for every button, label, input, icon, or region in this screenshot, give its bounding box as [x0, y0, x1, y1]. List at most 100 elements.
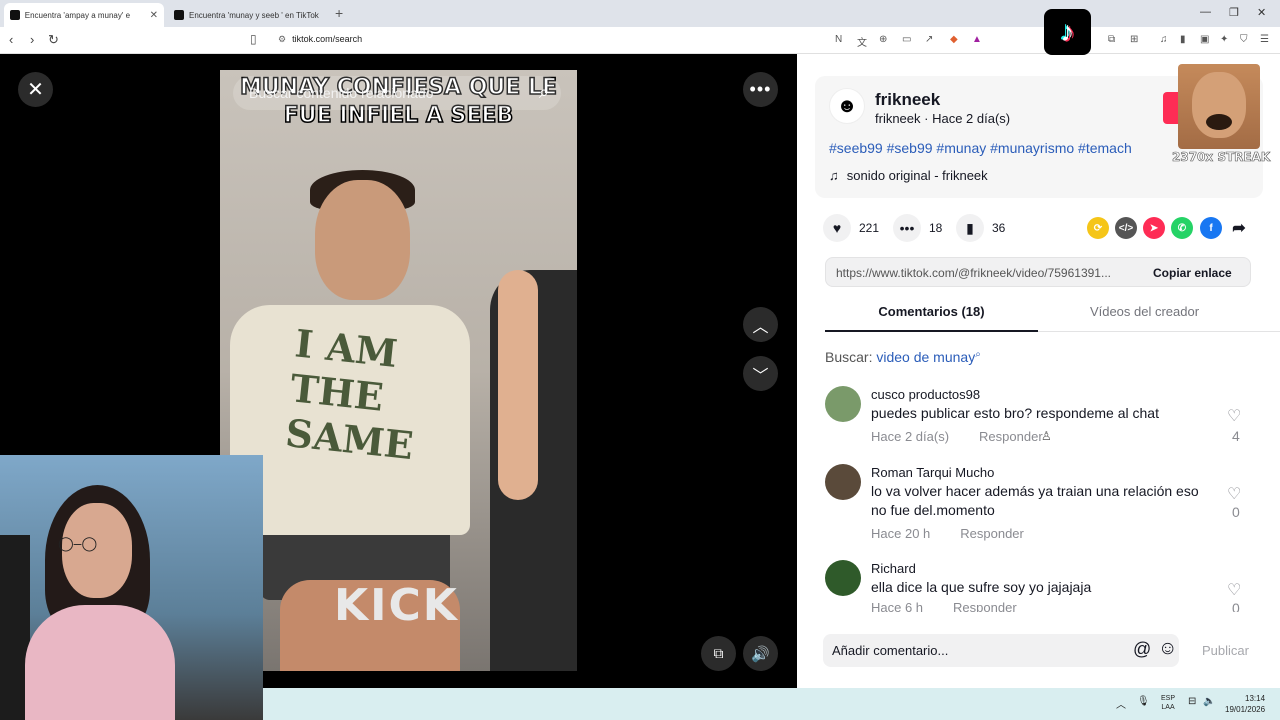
video-frame[interactable]: I AM THE SAME MUNAY CONFIESA QUE LE FUE … — [220, 70, 577, 671]
vpn-icon[interactable]: ⛉ — [1240, 34, 1248, 45]
brave-shield-icon[interactable]: ◆ — [950, 34, 958, 45]
related-search-input[interactable]: Buscar contenido relacionado ⌕ — [233, 76, 561, 110]
next-video-button[interactable]: ﹀ — [743, 356, 778, 391]
panel-tabs: Comentarios (18) Vídeos del creador — [825, 296, 1280, 332]
comment-input-placeholder: Añadir comentario... — [832, 643, 949, 658]
forward-icon[interactable]: › — [30, 32, 34, 47]
tab-label: Encuentra 'ampay a munay' e — [24, 10, 131, 20]
comment-avatar[interactable] — [825, 464, 861, 500]
close-window-icon[interactable]: ✕ — [1257, 6, 1266, 19]
comment-like-count: 4 — [1232, 428, 1240, 444]
publish-button[interactable]: Publicar — [1202, 643, 1249, 658]
search-suggestion[interactable]: Buscar: video de munay⌕ — [825, 349, 981, 365]
embed-icon[interactable]: </> — [1115, 217, 1137, 239]
microphone-icon[interactable]: 🎙 — [1137, 696, 1150, 707]
action-bar: ♥ 221 ••• 18 ▮ 36 ⟳ </> ➤ ✆ f ➦ — [823, 214, 1253, 244]
comment-text: ella dice la que sufre soy yo jajajaja — [871, 579, 1092, 595]
comment-like-count: 0 — [1232, 600, 1240, 612]
comment-meta: Hace 20 h Responder — [871, 526, 1024, 541]
tiktok-logo-icon: ♪ — [1044, 9, 1091, 55]
previous-video-button[interactable]: ︿ — [743, 307, 778, 342]
sidebar-icon[interactable]: ▮ — [1180, 34, 1186, 45]
language-indicator[interactable]: ESP LAA — [1161, 694, 1175, 712]
comment-like-count: 0 — [1232, 504, 1240, 520]
cast-icon[interactable]: ▭ — [902, 34, 911, 45]
whatsapp-icon[interactable]: ✆ — [1171, 217, 1193, 239]
bookmark-icon[interactable]: ▯ — [250, 32, 257, 46]
comment-author[interactable]: Roman Tarqui Mucho — [871, 465, 994, 480]
sound-link[interactable]: ♫ sonido original - frikneek — [829, 168, 988, 183]
menu-icon[interactable]: ☰ — [1260, 34, 1269, 45]
share-page-icon[interactable]: ↗ — [925, 34, 933, 45]
comment-text: lo va volver hacer además ya traian una … — [871, 483, 1199, 518]
emoji-icon[interactable]: ☺ — [1158, 638, 1177, 660]
zoom-icon[interactable]: ⊕ — [879, 34, 887, 45]
speaker-icon[interactable]: 🔈 — [1203, 696, 1215, 707]
network-icon[interactable]: ⊟ — [1188, 696, 1196, 707]
comment-input[interactable]: Añadir comentario... @ ☺ — [823, 634, 1179, 667]
leo-icon[interactable]: ✦ — [1220, 34, 1228, 45]
repost-icon[interactable]: ⟳ — [1087, 217, 1109, 239]
tab-creator-videos[interactable]: Vídeos del creador — [1038, 304, 1251, 319]
wallet-icon[interactable]: ▣ — [1200, 34, 1209, 45]
new-tab-button[interactable]: + — [335, 5, 343, 21]
maximize-icon[interactable]: ❐ — [1229, 6, 1239, 19]
kick-watermark: KICK — [334, 580, 459, 631]
music-note-icon: ♫ — [829, 168, 839, 183]
tray-chevron-icon[interactable]: ︿ — [1116, 696, 1126, 711]
mention-icon[interactable]: @ — [1133, 639, 1151, 660]
post-hashtags[interactable]: #seeb99 #seb99 #munay #munayrismo #temac… — [829, 140, 1132, 156]
reply-button[interactable]: Responder — [953, 600, 1017, 612]
save-button[interactable]: ▮ 36 — [956, 214, 1005, 242]
site-settings-icon[interactable]: ⚙ — [278, 34, 286, 44]
rewards-icon[interactable]: ▲ — [972, 34, 982, 45]
search-icon: ⌕ — [975, 349, 981, 360]
creator-avatar[interactable]: ☻ — [829, 88, 865, 124]
creator-subline: frikneek · Hace 2 día(s) — [875, 111, 1011, 126]
search-icon[interactable]: ⌕ — [539, 82, 549, 103]
reply-button[interactable]: Responder — [960, 526, 1024, 541]
comment-author[interactable]: Richard — [871, 561, 916, 576]
streak-overlay-text: 2370x STREAK — [1172, 150, 1271, 165]
close-tab-icon[interactable]: ✕ — [150, 10, 158, 21]
minimize-icon[interactable]: — — [1200, 6, 1211, 18]
tiktok-favicon-icon — [174, 10, 184, 20]
browser-tab[interactable]: Encuentra 'munay y seeb ' en TikTok — [168, 3, 328, 27]
like-button[interactable]: ♥ 221 — [823, 214, 879, 242]
url-field[interactable]: ⚙ tiktok.com/search — [278, 34, 362, 45]
comment-avatar[interactable] — [825, 386, 861, 422]
bookmark-icon: ▮ — [956, 214, 984, 242]
taskbar-clock[interactable]: 13:14 19/01/2026 — [1225, 693, 1265, 715]
share-link-url[interactable]: https://www.tiktok.com/@frikneek/video/7… — [836, 266, 1111, 280]
comment-text: puedes publicar esto bro? respondeme al … — [871, 405, 1159, 421]
translate-icon[interactable]: 文 — [857, 34, 867, 49]
comment-avatar[interactable] — [825, 560, 861, 596]
facebook-icon[interactable]: f — [1200, 217, 1222, 239]
comment-meta: Hace 6 h Responder — [871, 600, 1047, 612]
creator-liked-icon: ♙ — [1041, 429, 1052, 443]
downloads-icon[interactable]: ⊞ — [1130, 34, 1138, 45]
tab-comments[interactable]: Comentarios (18) — [825, 304, 1038, 332]
browser-tab-active[interactable]: Encuentra 'ampay a munay' e ✕ — [4, 3, 164, 27]
close-video-button[interactable]: ✕ — [18, 72, 53, 107]
extensions-icon[interactable]: ⧉ — [1108, 34, 1115, 45]
comment-like-icon[interactable]: ♡ — [1227, 580, 1241, 600]
tiktok-favicon-icon — [10, 10, 20, 20]
comment-author[interactable]: cusco productos98 — [871, 387, 980, 402]
send-icon[interactable]: ➤ — [1143, 217, 1165, 239]
share-link-box: https://www.tiktok.com/@frikneek/video/7… — [825, 257, 1251, 287]
comment-button[interactable]: ••• 18 — [893, 214, 942, 242]
reply-button[interactable]: Responder — [979, 429, 1043, 444]
comment-like-icon[interactable]: ♡ — [1227, 484, 1241, 504]
copy-link-button[interactable]: Copiar enlace — [1153, 266, 1232, 280]
more-options-button[interactable]: ••• — [743, 72, 778, 107]
comment-like-icon[interactable]: ♡ — [1227, 406, 1241, 426]
reader-icon[interactable]: N — [835, 34, 842, 45]
media-icon[interactable]: ♫ — [1160, 34, 1168, 45]
picture-in-picture-button[interactable]: ⧉ — [701, 636, 736, 671]
volume-button[interactable]: 🔊 — [743, 636, 778, 671]
back-icon[interactable]: ‹ — [9, 32, 13, 47]
share-arrow-icon[interactable]: ➦ — [1228, 217, 1250, 239]
reload-icon[interactable]: ↻ — [48, 32, 59, 48]
creator-username[interactable]: frikneek — [875, 90, 940, 110]
